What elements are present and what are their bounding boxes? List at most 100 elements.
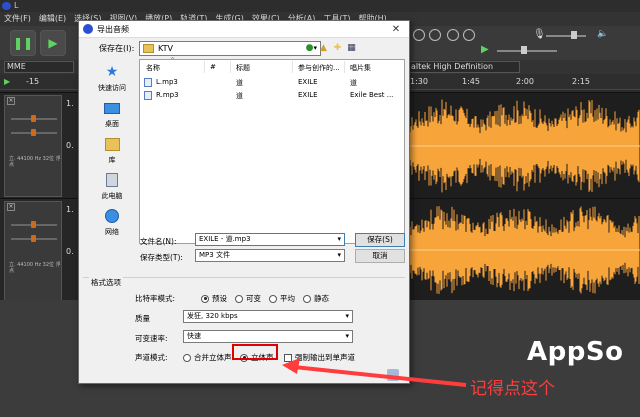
radio-icon [303,295,311,303]
place-label: 桌面 [105,120,119,128]
file-title: 道 [236,78,243,88]
gain-knob[interactable] [31,115,36,122]
file-list[interactable]: 名称 # 标题 参与创作的... 唱片集 ^ L.mp3 道 EXILE 道 R… [139,59,405,244]
star-icon: ★ [101,63,123,81]
radio-label: 可变 [246,293,261,304]
place-quick-access[interactable]: ★ 快速访问 [87,63,137,93]
file-list-header: 名称 # 标题 参与创作的... 唱片集 ^ [140,60,404,74]
file-artist: EXILE [298,91,318,99]
filename-label: 文件名(N): [140,236,177,247]
filename-input[interactable]: EXILE - 道.mp3 ▾ [195,233,345,246]
ruler-tick: 1:45 [462,77,480,86]
track-info: 立. 44100 Hz 32位 浮点 [9,156,61,168]
track-scale-zero: 0. [66,141,74,150]
back-icon[interactable]: ● [304,43,315,54]
column-header[interactable]: 标题 [236,63,250,73]
desktop-icon [101,99,123,117]
fit-selection-icon[interactable] [447,29,459,41]
file-row[interactable]: L.mp3 道 EXILE 道 [140,76,404,88]
library-icon [101,135,123,153]
up-folder-icon[interactable]: ▲ [318,43,329,54]
column-header[interactable]: 名称 [146,63,160,73]
bitrate-variable-radio[interactable]: 可变 [235,293,261,304]
close-button[interactable]: ✕ [385,22,407,37]
format-options-title: 格式选项 [89,277,123,288]
track-scale-top: 1. [66,99,74,108]
gain-knob[interactable] [31,221,36,228]
play-button[interactable]: ▶ [40,30,66,56]
menu-item[interactable]: 文件(F) [4,12,31,26]
save-in-select[interactable]: KTV ▾ [139,41,321,56]
record-volume-slider[interactable] [546,35,586,37]
file-artist: EXILE [298,78,318,86]
place-label: 库 [109,156,116,164]
pan-knob[interactable] [31,129,36,136]
annotation-text: 记得点这个 [470,374,555,399]
bitrate-preset-radio[interactable]: 预设 [201,293,227,304]
pan-knob[interactable] [31,235,36,242]
speed-slider[interactable] [497,50,557,52]
variable-speed-select[interactable]: 快速 ▾ [183,330,353,343]
column-header[interactable]: # [210,63,216,71]
cancel-button[interactable]: 取消 [355,249,405,263]
quality-value: 发狂, 320 kbps [187,312,238,320]
save-button[interactable]: 保存(S) [355,233,405,247]
place-library[interactable]: 库 [87,135,137,165]
chevron-down-icon: ▾ [345,331,349,342]
place-label: 快速访问 [98,84,126,92]
waveform-area[interactable] [408,199,640,301]
radio-icon [269,295,277,303]
pause-button[interactable]: ❚❚ [10,30,36,56]
mp3-file-icon [144,91,152,100]
places-bar: ★ 快速访问 桌面 库 此电脑 网络 [87,59,137,244]
export-audio-dialog: 导出音频 ✕ 保存在(I): KTV ▾ ● ▲ ✚ ▦ ★ 快速访问 桌面 库… [78,20,410,384]
file-album: Exile Best ... [350,91,393,99]
zoom-in-icon[interactable] [413,29,425,41]
speed-slider-knob[interactable] [521,46,527,54]
fit-project-icon[interactable] [463,29,475,41]
ruler-tick: -15 [26,77,39,86]
new-folder-icon[interactable]: ✚ [332,43,343,54]
highlight-box [232,344,278,360]
network-icon [101,207,123,225]
place-label: 此电脑 [102,192,123,200]
variable-speed-value: 快速 [187,332,201,340]
track-scale-zero: 0. [66,247,74,256]
bitrate-average-radio[interactable]: 平均 [269,293,295,304]
menu-item[interactable]: 编辑(E) [39,12,66,26]
track-info: 立. 44100 Hz 32位 浮点 [9,262,61,274]
audio-host-select[interactable]: MME [4,61,74,73]
quality-select[interactable]: 发狂, 320 kbps ▾ [183,310,353,323]
close-track-icon[interactable]: × [7,203,15,211]
close-track-icon[interactable]: × [7,97,15,105]
filetype-select[interactable]: MP3 文件 ▾ [195,249,345,262]
place-this-pc[interactable]: 此电脑 [87,171,137,201]
waveform [408,93,640,199]
column-header[interactable]: 唱片集 [350,63,371,73]
zoom-out-icon[interactable] [429,29,441,41]
mp3-file-icon [144,78,152,87]
tools-toolbar: ▶ 🎙 🔈 [411,26,640,60]
sort-caret-icon: ^ [170,57,175,64]
radio-label: 合并立体声 [194,352,232,363]
waveform-area[interactable] [408,93,640,199]
track-scale-top: 1. [66,205,74,214]
joint-stereo-radio[interactable]: 合并立体声 [183,352,232,363]
column-header[interactable]: 参与创作的... [298,63,340,73]
chevron-down-icon: ▾ [345,311,349,322]
audacity-logo-icon [2,2,11,10]
place-network[interactable]: 网络 [87,207,137,237]
play-at-speed-icon[interactable]: ▶ [481,44,489,55]
output-device-select[interactable]: altek High Definition [408,61,520,73]
ruler-tick: 1:30 [410,77,428,86]
record-volume-knob[interactable] [571,31,577,39]
view-menu-icon[interactable]: ▦ [346,43,357,54]
file-row[interactable]: R.mp3 道 EXILE Exile Best ... [140,89,404,101]
radio-icon [183,354,191,362]
radio-icon [235,295,243,303]
place-desktop[interactable]: 桌面 [87,99,137,129]
place-label: 网络 [105,228,119,236]
save-in-label: 保存在(I): [99,43,134,54]
bitrate-static-radio[interactable]: 静态 [303,293,329,304]
appso-watermark: AppSo [527,337,623,367]
